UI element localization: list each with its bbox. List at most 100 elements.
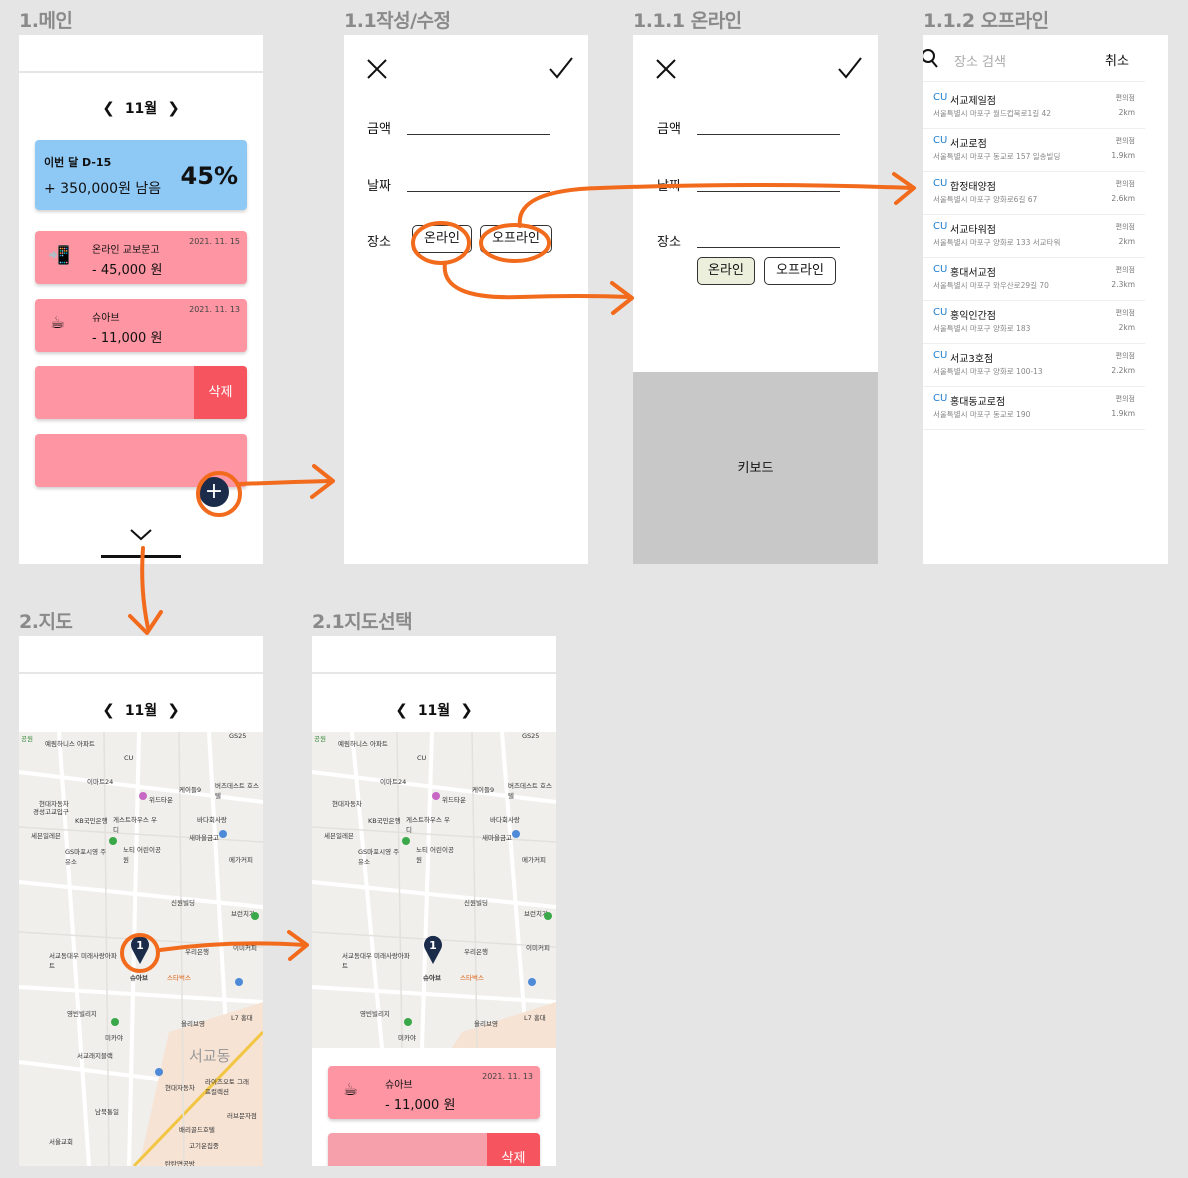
map-label: 세븐일레븐 — [324, 832, 354, 840]
offline-button[interactable]: 오프라인 — [480, 225, 552, 253]
map-label: CU — [124, 754, 134, 762]
map-label: KB국민은행 — [368, 817, 401, 825]
map-label: 새마을금고 — [482, 834, 512, 842]
swiped-transaction-card[interactable]: 삭제 — [35, 366, 247, 419]
place-distance: 1.9km — [1111, 151, 1135, 160]
pin-number: 1 — [136, 939, 144, 952]
map-label: 바다회사랑 — [197, 816, 227, 824]
place-brand: CU — [933, 307, 948, 318]
amount-field[interactable] — [407, 134, 550, 135]
map-label: 스타벅스 — [167, 974, 191, 982]
list-item[interactable]: CU 홍대서교점 서울특별시 마포구 와우산로29길 70 편의점 2.3km — [923, 258, 1145, 301]
map-label: 게스트하우스 우디 — [406, 816, 450, 834]
map-label: 메가커피 — [522, 856, 546, 864]
screen-title-map-select: 2.1지도선택 — [312, 611, 413, 633]
transaction-card[interactable]: 📲 온라인 교보문고 - 45,000 원 2021. 11. 15 — [35, 231, 247, 284]
cancel-button[interactable]: 취소 — [1105, 50, 1129, 69]
delete-button[interactable]: 삭제 — [194, 366, 247, 419]
list-item[interactable]: CU 서교제일점 서울특별시 마포구 월드컵북로1길 42 편의점 2km — [923, 86, 1145, 129]
chevron-left-icon[interactable]: ❮ — [102, 99, 115, 117]
map-label: 미카야 — [105, 1034, 123, 1042]
place-name: 합정태양점 — [950, 182, 996, 193]
map-district: 서교동 — [189, 1047, 231, 1065]
map-label: 서교동대우 미래사랑아파트 — [342, 952, 410, 970]
map-pin[interactable]: 1 — [130, 935, 150, 969]
coffee-icon: ☕ — [343, 1080, 359, 1100]
close-icon[interactable] — [366, 58, 388, 84]
date-label: 날짜 — [657, 179, 681, 194]
transaction-title: 슈아브 — [385, 1080, 413, 1091]
map-label: 메가커피 — [229, 856, 253, 864]
map-view[interactable]: 공원 예림하니스 아파트 CU GS25 이마트24 케이들9 위드타운 버즈데… — [19, 732, 263, 1166]
map-pin[interactable]: 1 — [423, 935, 443, 969]
close-icon[interactable] — [655, 58, 677, 84]
poi-icon — [155, 1068, 163, 1076]
month-selector: ❮ 11월 ❯ — [312, 700, 556, 720]
swiped-transaction-card[interactable]: 삭제 — [328, 1133, 540, 1166]
coffee-icon: ☕ — [50, 313, 66, 333]
month-label: 11월 — [417, 703, 451, 719]
list-item[interactable]: CU 합정태양점 서울특별시 마포구 양화로6길 67 편의점 2.6km — [923, 172, 1145, 215]
poi-icon — [512, 830, 520, 838]
date-field[interactable] — [697, 191, 840, 192]
poi-icon — [402, 837, 410, 845]
chevron-left-icon[interactable]: ❮ — [395, 701, 408, 719]
selected-transaction-card[interactable]: ☕ 슈아브 - 11,000 원 2021. 11. 13 — [328, 1066, 540, 1119]
place-category: 편의점 — [1115, 94, 1135, 102]
place-field[interactable] — [697, 247, 840, 248]
map-view[interactable]: 공원 예림하니스 아파트 CU GS25 이마트24 케이들9 위드타운 버즈데… — [312, 732, 556, 1048]
map-label: 새마을금고 — [189, 834, 219, 842]
transaction-amount: - 11,000 원 — [92, 331, 163, 346]
chevron-left-icon[interactable]: ❮ — [102, 701, 115, 719]
chevron-right-icon[interactable]: ❯ — [167, 701, 180, 719]
place-name: 서교로점 — [950, 139, 987, 150]
map-label: 남북통일 — [95, 1108, 119, 1116]
amount-label: 금액 — [367, 122, 391, 137]
place-address: 서울특별시 마포구 동교로 190 — [933, 410, 1031, 419]
amount-field[interactable] — [697, 134, 840, 135]
search-input[interactable]: 장소 검색 — [954, 51, 1006, 70]
chevron-right-icon[interactable]: ❯ — [460, 701, 473, 719]
place-address: 서울특별시 마포구 양화로 133 서교타워 — [933, 238, 1061, 247]
delete-button[interactable]: 삭제 — [487, 1133, 540, 1166]
list-item[interactable]: CU 홍대동교로점 서울특별시 마포구 동교로 190 편의점 1.9km — [923, 387, 1145, 430]
list-item[interactable]: CU 서교3호점 서울특별시 마포구 양화로 100-13 편의점 2.2km — [923, 344, 1145, 387]
transaction-amount: - 11,000 원 — [385, 1098, 456, 1113]
offline-button[interactable]: 오프라인 — [764, 257, 836, 285]
add-button[interactable]: + — [199, 477, 229, 507]
screen-title-main: 1.메인 — [19, 10, 73, 32]
phone-icon: 📲 — [48, 245, 71, 266]
map-label: 우리은행 — [185, 948, 209, 956]
map-label: 케이들9 — [472, 786, 495, 794]
poi-icon — [111, 1018, 119, 1026]
poi-icon — [544, 912, 552, 920]
map-label: 올리브영 — [474, 1020, 498, 1028]
place-brand: CU — [933, 264, 948, 275]
online-button-selected[interactable]: 온라인 — [697, 257, 755, 285]
transaction-card[interactable]: ☕ 슈아브 - 11,000 원 2021. 11. 13 — [35, 299, 247, 352]
date-field[interactable] — [407, 191, 550, 192]
list-item[interactable]: CU 서교타워점 서울특별시 마포구 양화로 133 서교타워 편의점 2km — [923, 215, 1145, 258]
online-button[interactable]: 온라인 — [412, 225, 472, 253]
place-brand: CU — [933, 393, 948, 404]
list-item[interactable]: CU 서교로점 서울특별시 마포구 동교로 157 일송빌딩 편의점 1.9km — [923, 129, 1145, 172]
chevron-right-icon[interactable]: ❯ — [167, 99, 180, 117]
place-label: 장소 — [657, 235, 681, 250]
map-label: 이미커피 — [233, 944, 257, 952]
drawer-handle[interactable] — [101, 555, 181, 558]
map-label: 이마트24 — [380, 778, 407, 786]
map-label: 게스트하우스 우디 — [113, 816, 157, 834]
chevron-down-icon[interactable] — [129, 527, 153, 546]
place-address: 서울특별시 마포구 와우산로29길 70 — [933, 281, 1049, 290]
place-name: 서교제일점 — [950, 96, 996, 107]
list-item[interactable]: CU 홍익인간점 서울특별시 마포구 양화로 183 편의점 2km — [923, 301, 1145, 344]
map-label: GS25 — [522, 732, 540, 740]
keyboard[interactable]: 키보드 — [633, 372, 878, 564]
month-selector: ❮ 11월 ❯ — [19, 700, 263, 720]
place-category: 편의점 — [1115, 180, 1135, 188]
check-icon[interactable] — [548, 56, 574, 84]
map-label: 위드타운 — [149, 796, 173, 804]
goal-card[interactable]: 이번 달 D-15 + 350,000원 남음 45% — [35, 140, 247, 210]
check-icon[interactable] — [837, 56, 863, 84]
poi-icon — [404, 1018, 412, 1026]
